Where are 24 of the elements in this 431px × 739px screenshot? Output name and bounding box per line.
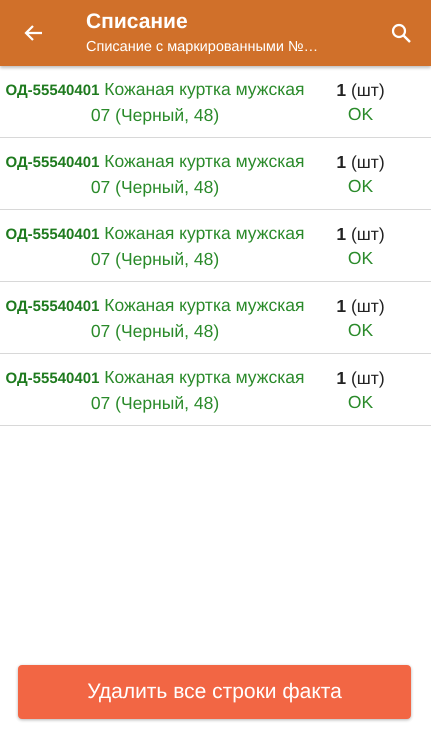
item-quantity: 1 (шт) bbox=[336, 78, 385, 102]
item-quantity: 1 (шт) bbox=[336, 150, 385, 174]
list-item[interactable]: ОД-55540401 Кожаная куртка мужская 07 (Черный, 48) 1 (шт) OK bbox=[0, 210, 431, 282]
screen-title: Списание bbox=[86, 9, 189, 35]
item-status: OK bbox=[348, 318, 374, 342]
search-icon[interactable] bbox=[391, 23, 411, 43]
list-item[interactable]: ОД-55540401 Кожаная куртка мужская 07 (Черный, 48) 1 (шт) OK bbox=[0, 282, 431, 354]
list-item[interactable]: ОД-55540401 Кожаная куртка мужская 07 (Черный, 48) 1 (шт) OK bbox=[0, 354, 431, 426]
item-description: ОД-55540401 Кожаная куртка мужская 07 (Черный, 48) bbox=[4, 294, 306, 342]
item-quantity: 1 (шт) bbox=[336, 366, 385, 390]
back-arrow-icon[interactable] bbox=[23, 23, 43, 43]
item-quantity: 1 (шт) bbox=[336, 294, 385, 318]
item-status: OK bbox=[348, 390, 374, 414]
item-description: ОД-55540401 Кожаная куртка мужская 07 (Черный, 48) bbox=[4, 222, 306, 270]
item-description: ОД-55540401 Кожаная куртка мужская 07 (Черный, 48) bbox=[4, 78, 306, 126]
item-description: ОД-55540401 Кожаная куртка мужская 07 (Черный, 48) bbox=[4, 366, 306, 414]
item-status: OK bbox=[348, 246, 374, 270]
item-status: OK bbox=[348, 174, 374, 198]
item-description: ОД-55540401 Кожаная куртка мужская 07 (Черный, 48) bbox=[4, 150, 306, 198]
item-status: OK bbox=[348, 102, 374, 126]
screen-subtitle: Списание с маркированными №… bbox=[86, 38, 320, 57]
list-item[interactable]: ОД-55540401 Кожаная куртка мужская 07 (Черный, 48) 1 (шт) OK bbox=[0, 138, 431, 210]
item-quantity: 1 (шт) bbox=[336, 222, 385, 246]
list-item[interactable]: ОД-55540401 Кожаная куртка мужская 07 (Черный, 48) 1 (шт) OK bbox=[0, 66, 431, 138]
